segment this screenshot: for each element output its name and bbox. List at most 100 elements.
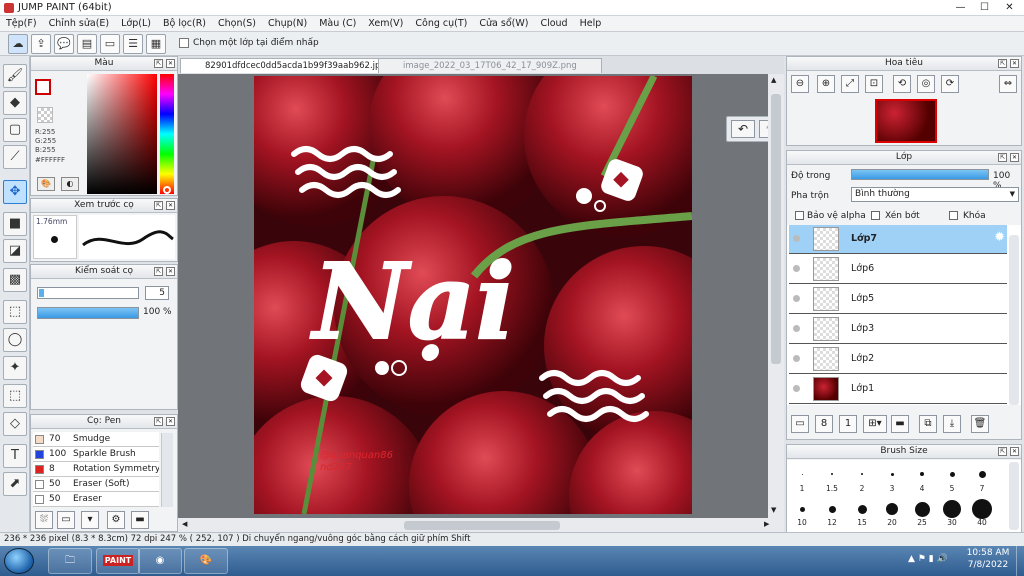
delete-layer-icon[interactable]: 🗑 <box>971 415 989 433</box>
layer-add-menu-icon[interactable]: ⊞▾ <box>863 415 887 433</box>
visibility-icon[interactable] <box>793 295 800 302</box>
layer-row-lop2[interactable]: Lớp2 <box>789 345 1007 374</box>
magic-wand-icon[interactable]: ✦ <box>3 356 27 380</box>
rectangle-tool-icon[interactable]: ▢ <box>3 118 27 142</box>
start-button[interactable] <box>4 548 34 574</box>
protect-alpha-checkbox[interactable] <box>795 211 804 220</box>
layer-row-lop1[interactable]: Lớp1 <box>789 375 1007 404</box>
scroll-right-icon[interactable]: ▶ <box>764 520 769 528</box>
operation-tool-icon[interactable]: ⬈ <box>3 472 27 496</box>
navigator-thumbnail[interactable] <box>875 99 937 143</box>
layer-list-scrollbar[interactable] <box>1009 235 1019 405</box>
visibility-icon[interactable] <box>793 235 800 242</box>
comment-icon[interactable]: 💬 <box>54 34 74 54</box>
rotate-right-icon[interactable]: ⟳ <box>941 75 959 93</box>
menu-select[interactable]: Chọn(S) <box>212 16 262 32</box>
saturation-value-picker[interactable] <box>87 74 157 194</box>
brush-size-3[interactable]: 3 <box>877 468 907 493</box>
message-icon[interactable]: ▤ <box>77 34 97 54</box>
canvas-viewport[interactable]: Nại @quanquan86 nd247 ↶ ↷ <box>178 74 788 518</box>
horizontal-scroll-thumb[interactable] <box>404 521 560 530</box>
brush-size-1[interactable]: 1 <box>787 468 817 493</box>
menu-cloud[interactable]: Cloud <box>534 16 573 32</box>
hue-slider[interactable] <box>160 74 174 194</box>
panel-close-icon[interactable]: ✕ <box>166 201 175 210</box>
brush-size-12[interactable]: 12 <box>817 500 847 527</box>
reset-rotate-icon[interactable]: ◎ <box>917 75 935 93</box>
flip-icon[interactable]: ⇔ <box>999 75 1017 93</box>
line-tool-icon[interactable]: ⟋ <box>3 145 27 169</box>
tab-image-1[interactable]: 82901dfdcec0dd5acda1b99f39aab962.jpg <box>180 58 411 73</box>
undo-icon[interactable]: ↶ <box>731 120 755 138</box>
brush-size-30[interactable]: 30 <box>937 500 967 527</box>
visibility-icon[interactable] <box>793 355 800 362</box>
zoom-in-icon[interactable]: ⊕ <box>817 75 835 93</box>
jump-paint-taskbar-icon[interactable]: PAINT <box>96 548 140 574</box>
visibility-icon[interactable] <box>793 325 800 332</box>
list-icon[interactable]: ☰ <box>123 34 143 54</box>
panel-close-icon[interactable]: ✕ <box>1010 447 1019 456</box>
brush-list-scrollbar[interactable] <box>161 433 173 507</box>
lock-checkbox[interactable] <box>949 211 958 220</box>
panel-close-icon[interactable]: ✕ <box>166 267 175 276</box>
brush-opacity-slider[interactable] <box>37 307 139 319</box>
menu-file[interactable]: Tệp(F) <box>0 16 43 32</box>
foreground-color-swatch[interactable] <box>35 79 51 95</box>
brush-size-scrollbar[interactable] <box>1009 462 1019 530</box>
merge-layer-icon[interactable]: ⤓ <box>943 415 961 433</box>
brush-size-1.5[interactable]: 1.5 <box>817 468 847 493</box>
show-desktop-button[interactable] <box>1016 546 1024 576</box>
panel-float-icon[interactable]: ⇱ <box>154 417 163 426</box>
brush-size-40[interactable]: 40 <box>967 499 997 527</box>
fill-rect-tool-icon[interactable]: ■ <box>3 212 27 236</box>
menu-layer[interactable]: Lớp(L) <box>115 16 157 32</box>
layer-row-lop3[interactable]: Lớp3 <box>789 315 1007 344</box>
brush-item[interactable]: 8 Rotation Symmetry P <box>33 462 159 477</box>
vertical-scroll-thumb[interactable] <box>771 94 781 364</box>
chrome-taskbar-icon[interactable]: ◉ <box>138 548 182 574</box>
panel-close-icon[interactable]: ✕ <box>166 417 175 426</box>
menu-color[interactable]: Màu (C) <box>313 16 362 32</box>
panel-float-icon[interactable]: ⇱ <box>998 59 1007 68</box>
lasso-icon[interactable]: ◯ <box>3 328 27 352</box>
new-brush-icon[interactable]: ▭ <box>57 511 75 529</box>
rotate-left-icon[interactable]: ⟲ <box>893 75 911 93</box>
clip-checkbox[interactable] <box>871 211 880 220</box>
explorer-taskbar-icon[interactable]: 🗀 <box>48 548 92 574</box>
scroll-up-icon[interactable]: ▲ <box>771 76 776 84</box>
panel-float-icon[interactable]: ⇱ <box>154 59 163 68</box>
transparent-swatch[interactable] <box>37 107 53 123</box>
move-tool-icon[interactable]: ✥ <box>3 180 27 204</box>
cloud-icon[interactable]: ☁ <box>8 34 28 54</box>
maximize-icon[interactable]: ☐ <box>972 0 997 16</box>
brush-options-icon[interactable]: ▾ <box>81 511 99 529</box>
gradient-tool-icon[interactable]: ▩ <box>3 268 27 292</box>
bucket-tool-icon[interactable]: ◪ <box>3 239 27 263</box>
menu-capture[interactable]: Chụp(N) <box>262 16 313 32</box>
panel-float-icon[interactable]: ⇱ <box>154 201 163 210</box>
document-icon[interactable]: ▭ <box>100 34 120 54</box>
fit-icon[interactable]: ⤢ <box>841 75 859 93</box>
panel-close-icon[interactable]: ✕ <box>166 59 175 68</box>
layer-row-lop7[interactable]: Lớp7 ✹ <box>789 225 1007 254</box>
panel-close-icon[interactable]: ✕ <box>1010 153 1019 162</box>
scroll-left-icon[interactable]: ◀ <box>182 520 187 528</box>
select-eraser-icon[interactable]: ◇ <box>3 412 27 436</box>
tab-image-2[interactable]: image_2022_03_17T06_42_17_909Z.png <box>378 58 602 73</box>
duplicate-layer-icon[interactable]: ⧉ <box>919 415 937 433</box>
brush-size-input[interactable]: 5 <box>145 286 169 300</box>
scroll-down-icon[interactable]: ▼ <box>771 506 776 514</box>
brush-settings-icon[interactable]: ⚙ <box>107 511 125 529</box>
eraser-tool-icon[interactable]: ◆ <box>3 91 27 115</box>
vertical-scrollbar[interactable]: ▲ ▼ <box>768 74 784 518</box>
menu-view[interactable]: Xem(V) <box>362 16 409 32</box>
panel-close-icon[interactable]: ✕ <box>1010 59 1019 68</box>
layer-row-lop5[interactable]: Lớp5 <box>789 285 1007 314</box>
horizontal-scrollbar[interactable]: ◀ ▶ <box>178 518 784 532</box>
brush-size-20[interactable]: 20 <box>877 500 907 527</box>
panel-float-icon[interactable]: ⇱ <box>154 267 163 276</box>
visibility-icon[interactable] <box>793 265 800 272</box>
select-rect-icon[interactable]: ⬚ <box>3 300 27 324</box>
menu-edit[interactable]: Chỉnh sửa(E) <box>43 16 116 32</box>
share-icon[interactable]: ⇪ <box>31 34 51 54</box>
